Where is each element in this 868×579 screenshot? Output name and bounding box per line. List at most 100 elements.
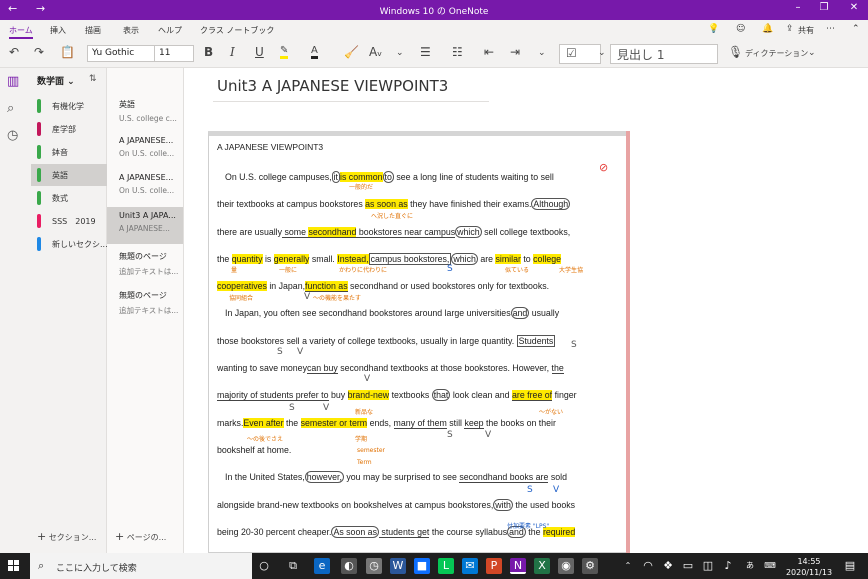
page-item[interactable]: 無題のページ 追加テキストは... [107, 286, 183, 323]
network-icon[interactable]: ◫ [700, 558, 716, 574]
cortana-icon[interactable]: ○ [256, 558, 272, 574]
indent-icon[interactable]: ⇥ [510, 45, 520, 59]
sort-icon[interactable]: ⇅ [89, 74, 97, 84]
section-item[interactable]: 数式 [31, 187, 107, 209]
ime-icon[interactable]: あ [742, 558, 758, 574]
text-line: their textbooks at campus bookstores as … [217, 198, 571, 211]
share-button[interactable]: 共有 [798, 25, 814, 36]
page-item[interactable]: A JAPANESE... On U.S. colle... [107, 132, 183, 169]
section-item[interactable]: SSS 2019 [31, 210, 107, 232]
tab-help[interactable]: ヘルプ [158, 25, 182, 36]
bold-button[interactable]: B [204, 45, 213, 59]
text-line: In Japan, you often see secondhand books… [225, 307, 560, 320]
tab-insert[interactable]: 挿入 [50, 25, 66, 36]
numbering-icon[interactable]: ☷ [452, 45, 463, 59]
spellcheck-icon[interactable]: Aᵥ [369, 45, 382, 59]
clear-format-icon[interactable]: 🧹 [344, 45, 359, 59]
highlight-icon[interactable]: ✎ [280, 45, 289, 59]
system-clock[interactable]: 14:55 2020/11/13 [784, 556, 834, 578]
underline-button[interactable]: U [255, 45, 264, 59]
mail-icon[interactable]: ✉ [462, 558, 478, 574]
undo-icon[interactable]: ↶ [9, 45, 19, 59]
italic-button[interactable]: I [230, 45, 235, 59]
page-item[interactable]: A JAPANESE... On U.S. colle... [107, 169, 183, 206]
font-name-box[interactable]: Yu Gothic [87, 45, 155, 62]
battery-icon[interactable]: ▭ [680, 558, 696, 574]
maximize-icon[interactable]: ❐ [814, 2, 834, 13]
minimize-icon[interactable]: – [788, 2, 808, 13]
add-page-button[interactable]: + ページの... [115, 530, 166, 543]
outdent-icon[interactable]: ⇤ [484, 45, 494, 59]
ink-annotation: 学期 [355, 436, 368, 443]
section-item[interactable]: 産学部 [31, 118, 107, 140]
todo-tag-box[interactable]: ☑ [559, 44, 601, 64]
tab-draw[interactable]: 描画 [85, 25, 101, 36]
section-item[interactable]: 新しいセクシ... [31, 233, 108, 255]
lightbulb-icon[interactable]: 💡 [708, 24, 719, 34]
note-container[interactable]: A JAPANESE VIEWPOINT3 On U.S. college ca… [208, 131, 628, 553]
page-item[interactable]: Unit3 A JAPA... A JAPANESE... [107, 207, 183, 244]
clock-app-icon[interactable]: ◷ [366, 558, 382, 574]
page-item[interactable]: 無題のページ 追加テキストは... [107, 247, 183, 284]
word-icon[interactable]: W [390, 558, 406, 574]
share-icon[interactable]: ⇪ [786, 24, 794, 34]
tray-up-icon[interactable]: ⌃ [620, 558, 636, 574]
style-box[interactable]: 見出し 1 [610, 44, 718, 64]
collapse-ribbon-icon[interactable]: ⌃ [852, 24, 860, 34]
bullets-icon[interactable]: ☰ [420, 45, 431, 59]
font-size-box[interactable]: 11 [154, 45, 194, 62]
chevron-down-icon[interactable]: ⌄ [396, 48, 404, 58]
search-icon[interactable]: ⌕ [7, 101, 14, 116]
tab-home[interactable]: ホーム [9, 25, 33, 39]
wifi-icon[interactable]: ◠ [640, 558, 656, 574]
line-icon[interactable]: L [438, 558, 454, 574]
keyboard-icon[interactable]: ⌨ [762, 558, 778, 574]
volume-icon[interactable]: ♪ [720, 558, 736, 574]
page-item[interactable]: 英語 U.S. college c... [107, 95, 183, 132]
text-line: cooperatives in Japan,function as second… [217, 281, 550, 293]
chevron-down-icon[interactable]: ⌄ [598, 48, 606, 58]
recent-icon[interactable]: ◷ [7, 128, 18, 143]
taskbar-search[interactable]: ⌕ ここに入力して検索 [30, 553, 252, 579]
ink-annotation: 〜の後でさえ [247, 436, 284, 443]
microphone-icon[interactable]: 🎙 [728, 45, 743, 59]
redo-icon[interactable]: ↷ [34, 45, 44, 59]
feedback-icon[interactable]: ☺ [736, 24, 745, 34]
section-item[interactable]: 鉢音 [31, 141, 107, 163]
dictation-button[interactable]: ディクテーション [745, 48, 808, 59]
tab-class-notebook[interactable]: クラス ノートブック [200, 25, 274, 36]
add-section-button[interactable]: + セクション... [37, 530, 96, 543]
page-canvas[interactable]: Unit3 A JAPANESE VIEWPOINT3 A JAPANESE V… [184, 68, 868, 553]
notification-icon[interactable]: ▤ [842, 558, 858, 574]
onenote-icon[interactable]: N [510, 558, 526, 574]
more-icon[interactable]: ⋯ [826, 24, 835, 34]
close-icon[interactable]: ✕ [844, 2, 864, 13]
clipboard-icon[interactable]: 📋 [60, 45, 75, 59]
ink-mark: V [553, 485, 560, 495]
text-line: On U.S. college campuses, it is common to s… [225, 171, 554, 183]
windows-start-icon[interactable] [8, 560, 20, 572]
section-item[interactable]: 有機化学 [31, 95, 107, 117]
dropbox-icon[interactable]: ❖ [660, 558, 676, 574]
ink-mark: S [527, 485, 533, 495]
app-icon[interactable]: ◉ [558, 558, 574, 574]
font-color-icon[interactable]: A [311, 45, 318, 59]
chevron-down-icon[interactable]: ⌄ [808, 48, 816, 58]
note-body[interactable]: A JAPANESE VIEWPOINT3 On U.S. college ca… [217, 142, 627, 546]
page-title[interactable]: Unit3 A JAPANESE VIEWPOINT3 [217, 77, 448, 95]
bell-icon[interactable]: 🔔 [762, 24, 773, 34]
powerpoint-icon[interactable]: P [486, 558, 502, 574]
tab-view[interactable]: 表示 [123, 25, 139, 36]
app-icon[interactable]: ◐ [341, 558, 357, 574]
ink-mark: S [277, 347, 283, 357]
task-view-icon[interactable]: ⧉ [285, 558, 301, 574]
ink-mark: S [447, 264, 453, 274]
notebooks-icon[interactable]: ▥ [7, 74, 19, 89]
section-item[interactable]: 英語 [31, 164, 107, 186]
notebook-name[interactable]: 数学面 ⌄ [37, 74, 75, 87]
edge-icon[interactable]: e [314, 558, 330, 574]
app-icon[interactable]: ⚙ [582, 558, 598, 574]
chevron-down-icon[interactable]: ⌄ [538, 48, 546, 58]
excel-icon[interactable]: X [534, 558, 550, 574]
app-icon[interactable]: ■ [414, 558, 430, 574]
